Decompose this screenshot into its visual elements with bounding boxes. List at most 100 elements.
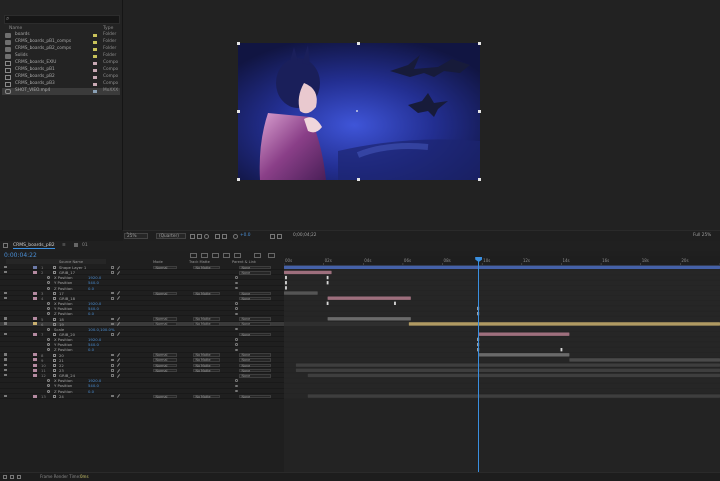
track-matte-dropdown[interactable]: No Matte xyxy=(193,322,220,327)
track-matte-dropdown[interactable]: No Matte xyxy=(193,363,220,368)
twirl-icon[interactable] xyxy=(53,374,56,378)
quality-switch-icon[interactable] xyxy=(116,317,121,321)
blend-mode-dropdown[interactable]: Normal xyxy=(153,353,177,357)
label-color-swatch[interactable] xyxy=(93,54,97,58)
visibility-eye-icon[interactable] xyxy=(4,265,7,269)
track-background[interactable] xyxy=(284,383,720,388)
project-item[interactable]: CRMS_boards_pB2_comps Folder xyxy=(2,46,120,53)
visibility-eye-icon[interactable] xyxy=(4,296,7,300)
project-item[interactable]: CRMS_boards_pB3 Compo xyxy=(2,81,120,88)
stopwatch-icon[interactable] xyxy=(47,389,50,393)
label-color-swatch[interactable] xyxy=(93,61,97,65)
pickwhip-icon[interactable] xyxy=(235,281,238,285)
twirl-icon[interactable] xyxy=(53,363,56,367)
layer-duration-bar[interactable] xyxy=(307,394,720,398)
layer-label-color[interactable] xyxy=(33,373,37,377)
transform-handle-bm[interactable] xyxy=(357,178,360,181)
shy-layers-icon[interactable] xyxy=(212,253,219,258)
quality-switch-icon[interactable] xyxy=(116,368,121,373)
twirl-icon[interactable] xyxy=(53,394,56,398)
twirl-icon[interactable] xyxy=(53,291,56,295)
layer-label-color[interactable] xyxy=(33,322,37,326)
stopwatch-icon[interactable] xyxy=(47,384,50,388)
project-item[interactable]: boards Folder xyxy=(2,32,120,39)
layer-label-color[interactable] xyxy=(33,296,37,300)
stopwatch-icon[interactable] xyxy=(47,379,50,383)
timeline-graph[interactable]: 00s02s04s06s08s10s12s14s16s18s20s22s xyxy=(284,256,720,472)
close-tab-icon[interactable] xyxy=(3,243,8,248)
current-time-indicator-line[interactable] xyxy=(478,260,480,472)
track-background[interactable] xyxy=(284,337,720,342)
label-color-swatch[interactable] xyxy=(93,75,97,79)
label-color-swatch[interactable] xyxy=(93,82,97,86)
track-background[interactable] xyxy=(284,378,720,383)
blend-mode-dropdown[interactable]: Normal xyxy=(153,394,177,399)
pickwhip-icon[interactable] xyxy=(235,307,238,310)
parent-dropdown[interactable]: None xyxy=(239,322,271,327)
label-color-swatch[interactable] xyxy=(93,40,97,44)
frame-blending-icon[interactable] xyxy=(223,253,230,258)
blend-mode-dropdown[interactable]: Normal xyxy=(153,291,177,296)
column-source-name[interactable]: Source Name xyxy=(59,260,83,264)
layer-switches-toggle-icon[interactable] xyxy=(3,474,7,479)
show-snapshot-icon[interactable] xyxy=(277,233,282,239)
track-matte-dropdown[interactable]: No Matte xyxy=(193,368,220,373)
shy-switch-icon[interactable] xyxy=(111,322,114,326)
timeline-menu-icon[interactable] xyxy=(268,253,275,258)
transform-handle-br[interactable] xyxy=(478,178,481,181)
layer-duration-bar[interactable] xyxy=(284,270,332,275)
stopwatch-icon[interactable] xyxy=(47,338,50,342)
visibility-eye-icon[interactable] xyxy=(4,363,7,367)
project-item[interactable]: CRMS_boards_pB1_comps Folder xyxy=(2,39,120,46)
project-item[interactable]: SHOT_VIEO.mp4 MoXXX xyxy=(2,88,120,95)
exposure-icon[interactable] xyxy=(233,233,238,239)
parent-dropdown[interactable]: None xyxy=(239,353,271,357)
visibility-eye-icon[interactable] xyxy=(4,373,7,377)
visibility-eye-icon[interactable] xyxy=(4,322,7,325)
pickwhip-icon[interactable] xyxy=(235,389,238,393)
project-column-type[interactable]: Type xyxy=(103,26,113,31)
layer-label-color[interactable] xyxy=(33,291,37,295)
visibility-eye-icon[interactable] xyxy=(4,394,7,398)
track-background[interactable] xyxy=(284,290,720,296)
resolution-dropdown[interactable]: (Quarter) xyxy=(156,233,186,239)
visibility-eye-icon[interactable] xyxy=(4,358,7,361)
region-of-interest-icon[interactable] xyxy=(190,233,195,239)
keyframe[interactable] xyxy=(326,281,329,285)
layer-duration-bar[interactable] xyxy=(478,332,570,336)
quality-switch-icon[interactable] xyxy=(116,358,121,363)
layer-name[interactable]: 24 xyxy=(59,394,64,399)
motion-blur-icon[interactable] xyxy=(234,253,241,258)
layer-row[interactable]: 13 24 Normal No Matte None xyxy=(0,394,284,399)
stopwatch-icon[interactable] xyxy=(47,286,50,290)
exposure-value[interactable]: +0.0 xyxy=(240,233,250,238)
shy-switch-icon[interactable] xyxy=(111,364,114,367)
layer-search-input[interactable] xyxy=(6,259,106,264)
layer-duration-bar[interactable] xyxy=(327,296,411,300)
track-matte-dropdown[interactable]: No Matte xyxy=(193,358,220,363)
track-background[interactable] xyxy=(284,311,720,316)
track-background[interactable] xyxy=(284,306,720,311)
column-mode[interactable]: Mode xyxy=(153,260,163,264)
track-matte-dropdown[interactable]: No Matte xyxy=(193,317,220,321)
track-matte-dropdown[interactable]: No Matte xyxy=(193,353,220,357)
stopwatch-icon[interactable] xyxy=(47,312,50,316)
layer-duration-bar[interactable] xyxy=(408,322,720,326)
parent-dropdown[interactable]: None xyxy=(239,373,271,378)
track-background[interactable] xyxy=(284,347,720,352)
transform-handle-tr[interactable] xyxy=(478,42,481,45)
quality-switch-icon[interactable] xyxy=(116,332,121,337)
visibility-eye-icon[interactable] xyxy=(4,368,7,372)
transparency-grid-icon[interactable] xyxy=(197,233,202,239)
twirl-icon[interactable] xyxy=(53,353,56,357)
blend-mode-dropdown[interactable]: Normal xyxy=(153,368,177,373)
visibility-eye-icon[interactable] xyxy=(4,353,7,356)
shy-switch-icon[interactable] xyxy=(111,291,114,295)
column-track-matte[interactable]: Track Matte xyxy=(189,260,210,264)
visibility-eye-icon[interactable] xyxy=(4,317,7,320)
keyframe[interactable] xyxy=(560,348,563,352)
pickwhip-icon[interactable] xyxy=(235,343,238,346)
twirl-icon[interactable] xyxy=(53,271,56,275)
zoom-dropdown[interactable]: 25% xyxy=(124,233,148,239)
parent-dropdown[interactable]: None xyxy=(239,265,271,270)
